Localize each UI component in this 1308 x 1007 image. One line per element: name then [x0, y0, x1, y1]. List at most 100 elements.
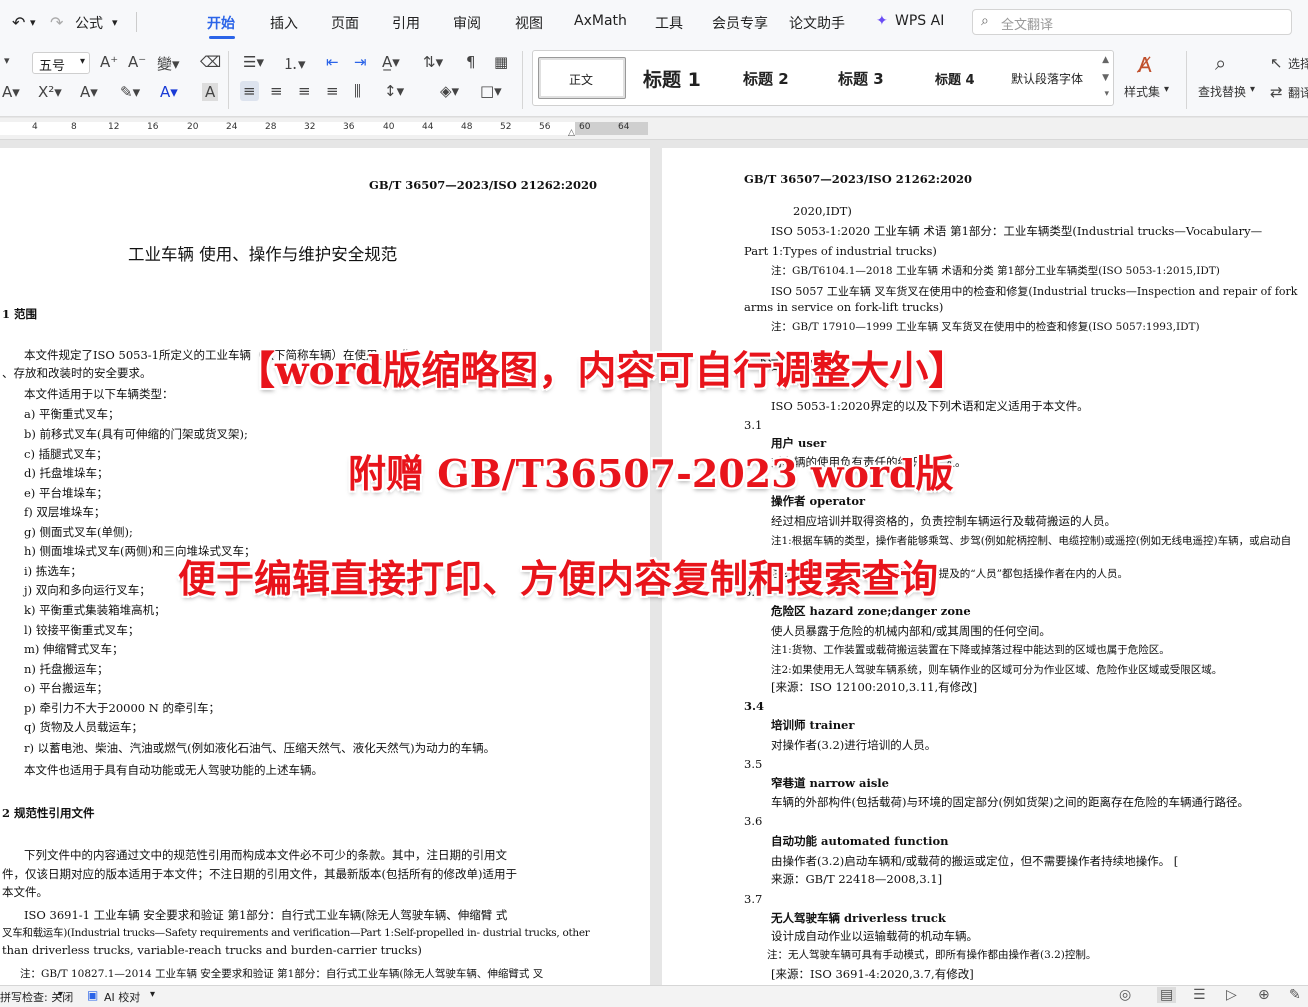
line-spacing-icon[interactable]: ↕▾ — [384, 82, 404, 100]
term-definition: 车辆的外部构件(包括载荷)与环境的固定部分(例如货架)之间的距离存在危险的车辆通… — [771, 795, 1249, 809]
table-icon[interactable]: ▦ — [494, 53, 508, 71]
style-heading-2[interactable]: 标题 2 — [743, 68, 789, 89]
border-icon[interactable]: □▾ — [480, 82, 502, 100]
grow-font-icon[interactable]: A⁺ — [100, 53, 118, 71]
page-view-icon[interactable]: ▤ — [1157, 987, 1177, 1003]
find-dropdown-icon[interactable]: ▾ — [1250, 84, 1255, 95]
tab-page[interactable]: 页面 — [331, 13, 359, 33]
source-line: [来源：ISO 3691-4:2020,3.7,有修改] — [771, 967, 974, 981]
align-left-icon[interactable]: ≡ — [240, 81, 259, 101]
list-item: p) 牵引力不大于20000 N 的牵引车； — [24, 701, 220, 715]
gallery-expand-icon[interactable]: ▾ — [1104, 89, 1109, 99]
term-definition: 使人员暴露于危险的机械内部和/或其周围的任何空间。 — [771, 624, 1051, 638]
distributed-icon[interactable]: ⫼ — [354, 82, 361, 100]
tab-tools[interactable]: 工具 — [655, 13, 683, 33]
ai-proofread-button[interactable]: AI 校对 — [104, 989, 140, 1005]
style-heading-4[interactable]: 标题 4 — [935, 69, 975, 88]
shading-icon[interactable]: ◈▾ — [440, 82, 459, 100]
font-size-select[interactable]: 五号 ▾ — [32, 52, 90, 74]
tab-member[interactable]: 会员专享 — [712, 13, 768, 33]
show-marks-icon[interactable]: ¶ — [466, 53, 476, 71]
numbered-list-icon[interactable]: ⒈▾ — [283, 53, 306, 74]
list-item: c) 插腿式叉车； — [24, 447, 108, 461]
tab-review[interactable]: 审阅 — [453, 13, 481, 33]
highlight-icon[interactable]: ✎▾ — [120, 83, 140, 101]
text-direction-icon[interactable]: A̲▾ — [382, 53, 400, 71]
style-default-font[interactable]: 默认段落字体 — [1011, 70, 1083, 87]
ruler-track — [0, 122, 648, 135]
tab-view[interactable]: 视图 — [515, 13, 543, 33]
web-view-icon[interactable]: ⊕ — [1258, 987, 1270, 1003]
font-name-dropdown-icon[interactable]: ▾ — [4, 54, 10, 67]
term-definition: 由操作者(3.2)启动车辆和/或载荷的搬运或定位，但不需要操作者持续地操作。 [ — [771, 854, 1179, 868]
style-set-icon[interactable]: A̸ — [1138, 53, 1152, 77]
note-line: 注2:如果使用无人驾驶车辆系统，则车辆作业的区域可分为作业区域、危险作业区域或受… — [771, 664, 1223, 676]
bullet-list-icon[interactable]: ☰▾ — [243, 53, 264, 71]
phonetic-guide-icon[interactable]: 變▾ — [157, 53, 180, 74]
indent-marker-icon[interactable]: △ — [568, 128, 575, 138]
tab-home[interactable]: 开始 — [207, 13, 235, 33]
ai-proofread-icon: ▣ — [87, 988, 99, 1002]
ai-proofread-dropdown-icon[interactable]: ▾ — [150, 989, 155, 1000]
justify-icon[interactable]: ≡ — [326, 82, 339, 100]
clear-format-icon[interactable]: ⌫ — [200, 53, 221, 71]
outline-view-icon[interactable]: ☰ — [1193, 987, 1206, 1003]
align-center-icon[interactable]: ≡ — [270, 82, 283, 100]
tab-thesis-assistant[interactable]: 论文助手 — [789, 13, 845, 33]
tab-insert[interactable]: 插入 — [270, 13, 298, 33]
term-title: 危险区 hazard zone;danger zone — [771, 604, 971, 618]
note-line: 注：GB/T6104.1—2018 工业车辆 术语和分类 第1部分工业车辆类型(… — [771, 265, 1220, 277]
translate-icon[interactable]: ⇄ — [1270, 83, 1283, 101]
char-shading-icon[interactable]: A — [202, 83, 219, 101]
ruler-tick: 44 — [422, 122, 434, 132]
undo-icon[interactable]: ↶ — [12, 13, 25, 32]
redo-icon[interactable]: ↷ — [50, 13, 63, 32]
tab-axmath[interactable]: AxMath — [574, 13, 627, 29]
formula-button[interactable]: 公式 — [75, 13, 103, 33]
tab-wps-ai[interactable]: WPS AI — [895, 13, 944, 29]
edit-mode-icon[interactable]: ✎ — [1289, 987, 1301, 1003]
eye-protection-icon[interactable]: ◎ — [1119, 987, 1131, 1003]
align-right-icon[interactable]: ≡ — [298, 82, 311, 100]
reference-line: than driverless trucks, variable-reach t… — [2, 943, 422, 957]
text-effect-icon[interactable]: A▾ — [80, 83, 98, 101]
style-normal-label: 正文 — [569, 73, 594, 87]
style-heading-1[interactable]: 标题 1 — [643, 65, 701, 92]
section-heading: 2 规范性引用文件 — [2, 806, 95, 820]
list-item: r) 以蓄电池、柴油、汽油或燃气(例如液化石油气、压缩天然气、液化天然气)为动力… — [24, 741, 496, 755]
style-heading-3[interactable]: 标题 3 — [838, 68, 884, 89]
reference-line: ISO 5053-1:2020 工业车辆 术语 第1部分：工业车辆类型(Indu… — [771, 224, 1263, 238]
reading-mode-icon[interactable]: ▷ — [1226, 987, 1237, 1003]
shrink-font-icon[interactable]: A⁻ — [128, 53, 146, 71]
tab-references[interactable]: 引用 — [392, 13, 420, 33]
note-line: 注：GB/T 17910—1999 工业车辆 叉车货叉在使用中的检查和修复(IS… — [771, 321, 1200, 333]
increase-indent-icon[interactable]: ⇥ — [354, 53, 367, 71]
find-icon[interactable]: ⌕ — [1215, 51, 1226, 75]
undo-dropdown-icon[interactable]: ▾ — [30, 16, 36, 29]
spell-check-dropdown-icon[interactable]: ▾ — [58, 989, 63, 1000]
superscript-icon[interactable]: X²▾ — [38, 83, 62, 101]
reference-line: ISO 5057 工业车辆 叉车货叉在使用中的检查和修复(Industrial … — [771, 285, 1298, 298]
ruler-tick: 52 — [500, 122, 512, 132]
style-set-button[interactable]: 样式集 — [1124, 83, 1160, 100]
translate-search-box[interactable]: ⌕ 全文翻译 — [972, 9, 1292, 35]
font-color-icon[interactable]: A▾ — [160, 83, 178, 101]
gallery-scroll-down-icon[interactable]: ▼ — [1102, 73, 1109, 83]
strikethrough-icon[interactable]: A▾ — [2, 83, 20, 101]
list-item: j) 双向和多向运行叉车； — [24, 583, 151, 597]
select-cursor-icon[interactable]: ↖ — [1270, 54, 1283, 72]
translate-button[interactable]: 翻译 — [1288, 84, 1308, 101]
formula-dropdown-icon[interactable]: ▾ — [112, 16, 118, 29]
find-replace-button[interactable]: 查找替换 — [1198, 83, 1246, 100]
decrease-indent-icon[interactable]: ⇤ — [326, 53, 339, 71]
style-set-dropdown-icon[interactable]: ▾ — [1164, 84, 1169, 95]
search-placeholder: 全文翻译 — [1001, 18, 1054, 33]
promo-banner-line3: 便于编辑直接打印、方便内容复制和搜索查询 — [178, 556, 939, 601]
body-line: 、存放和改装时的安全要求。 — [2, 366, 152, 380]
gallery-scroll-up-icon[interactable]: ▲ — [1102, 55, 1109, 65]
select-button[interactable]: 选择 — [1288, 55, 1308, 72]
style-normal[interactable]: 正文 — [538, 57, 626, 99]
note-line: 注：GB/T 10827.1—2014 工业车辆 安全要求和验证 第1部分：自行… — [20, 968, 544, 980]
sort-icon[interactable]: ⇅▾ — [423, 53, 443, 71]
body-line: 件，仅该日期对应的版本适用于本文件；不注日期的引用文件，其最新版本(包括所有的修… — [2, 867, 517, 881]
